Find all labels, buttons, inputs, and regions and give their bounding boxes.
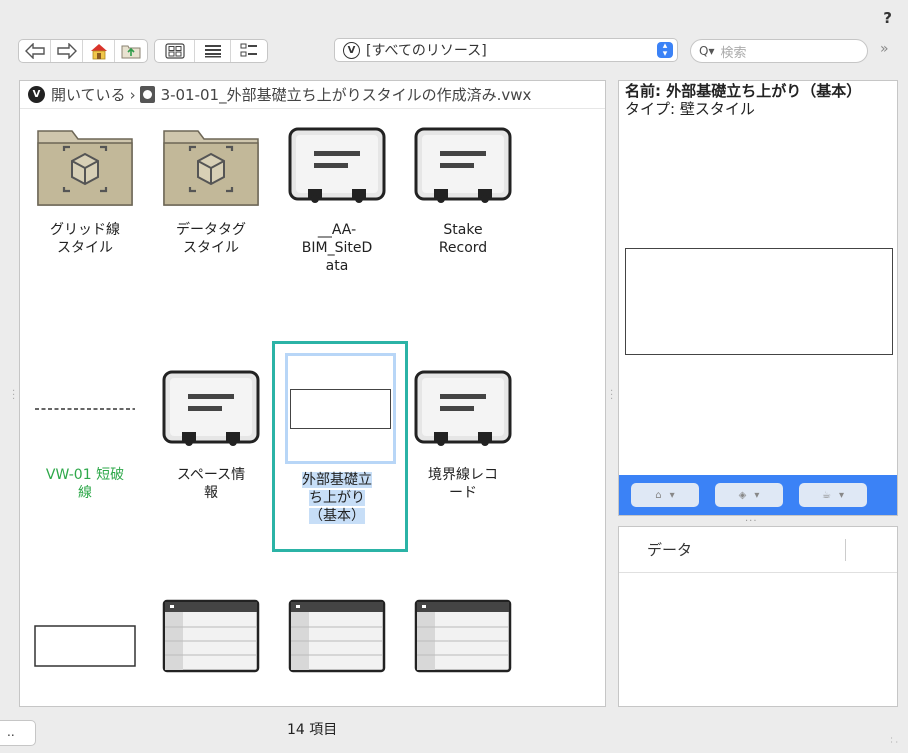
resource-item-space-info[interactable]: スペース情 報 [151, 364, 271, 502]
thumbnail-view-button[interactable] [155, 40, 195, 62]
resource-item-label: VW-01 短破 線 [45, 467, 125, 501]
chevron-down-icon: ▾ [669, 489, 675, 501]
status-bar: .. 14 項目 · · · [0, 708, 908, 753]
preview-view-bar: ⌂ ▾ ◈ ▾ ☕ ▾ [619, 475, 897, 515]
search-icon: Q▾ [699, 44, 715, 58]
wall-style-preview-rect [290, 388, 391, 429]
resource-item-label: 外部基礎立 ち上がり （基本） [277, 471, 397, 525]
chevron-down-icon: ▾ [838, 489, 844, 501]
search-placeholder: 検索 [720, 45, 747, 61]
center-splitter-grip[interactable]: · · · [610, 387, 613, 405]
resource-item-boundary-record[interactable]: 境界線レコ ード [403, 364, 523, 502]
resource-item-worksheet-1[interactable] [151, 591, 271, 681]
worksheet-icon [414, 599, 512, 673]
record-format-icon [414, 370, 512, 446]
breadcrumb-open-files[interactable]: 開いている [51, 84, 126, 105]
house-view-icon: ⌂ [655, 489, 662, 501]
folder-upload-icon [121, 45, 141, 59]
list-view-icon [204, 45, 221, 58]
resource-item-worksheet-2[interactable] [277, 591, 397, 681]
detail-view-button[interactable] [231, 40, 267, 62]
resource-filter-select[interactable]: V [すべてのリソース] ▴ ▾ [334, 38, 678, 62]
item-count: 14 項目 [287, 722, 338, 738]
view-mode-group [154, 39, 268, 63]
teapot-icon: ☕ [822, 489, 831, 501]
data-panel: データ [618, 526, 898, 707]
arrow-right-icon [56, 43, 77, 59]
list-view-button[interactable] [195, 40, 231, 62]
toolbar: V [すべてのリソース] ▴ ▾ Q▾ 検索 » [18, 38, 896, 64]
resource-item-vw01-dash-line[interactable]: VW-01 短破 線 [25, 364, 145, 502]
resource-item-label: データタグ スタイル [176, 222, 246, 256]
detail-list-icon [240, 43, 257, 57]
selected-thumbnail[interactable] [285, 353, 396, 464]
chevron-down-icon: ▾ [754, 489, 760, 501]
file-icon [139, 86, 155, 103]
cube-render-icon: ◈ [738, 489, 747, 501]
chevron-right-icon: › [129, 85, 136, 104]
arrow-left-icon [24, 43, 45, 59]
resource-item-label: 境界線レコ ード [428, 467, 498, 501]
search-field[interactable]: Q▾ 検索 [690, 39, 868, 63]
resource-item-worksheet-3[interactable] [403, 591, 523, 681]
column-separator [845, 539, 846, 561]
record-format-icon [414, 127, 512, 203]
record-format-icon [288, 127, 386, 203]
vectorworks-icon: V [343, 41, 360, 59]
left-splitter-grip[interactable]: · · · [12, 387, 15, 405]
render-mode-button[interactable]: ◈ ▾ [715, 483, 783, 507]
resource-item-rect-style[interactable] [25, 601, 145, 691]
rectangle-icon [34, 625, 136, 667]
resource-item-label: グリッド線 スタイル [50, 222, 120, 256]
worksheet-icon [288, 599, 386, 673]
vectorworks-icon: V [28, 86, 45, 103]
resource-item-exterior-foundation[interactable]: 外部基礎立 ち上がり （基本） [277, 471, 397, 525]
select-arrows-icon: ▴ ▾ [657, 42, 673, 59]
resource-item-label: スペース情 報 [176, 467, 246, 501]
dashed-line-icon [35, 408, 135, 410]
resource-item-label: __AA- BIM_SiteD ata [301, 222, 373, 274]
nav-group [18, 39, 148, 63]
resource-browser-pane: V 開いている › 3-01-01_外部基礎立ち上がりスタイルの作成済み.vwx… [19, 80, 606, 707]
resource-name: 名前: 外部基礎立ち上がり（基本） [625, 82, 862, 100]
worksheet-icon [162, 599, 260, 673]
view-angle-button[interactable]: ⌂ ▾ [631, 483, 699, 507]
toolbar-overflow-button[interactable]: » [880, 41, 889, 57]
folder-icon [37, 130, 133, 206]
home-button[interactable] [83, 40, 115, 62]
resource-type: タイプ: 壁スタイル [625, 100, 755, 118]
resource-preview [625, 248, 893, 355]
resource-item-label: Stake Record [438, 222, 488, 256]
resource-item-aa-bim-sitedata[interactable]: __AA- BIM_SiteD ata [277, 121, 397, 275]
resource-info-pane: 名前: 外部基礎立ち上がり（基本） タイプ: 壁スタイル ⌂ ▾ ◈ ▾ ☕ ▾ [618, 80, 898, 516]
back-button[interactable] [19, 40, 51, 62]
help-button[interactable]: ? [883, 9, 892, 27]
resource-item-data-tag-style[interactable]: データタグ スタイル [151, 121, 271, 257]
grid-view-icon [164, 43, 185, 59]
window-resize-grip[interactable]: · · · [890, 735, 898, 747]
open-folder-button[interactable] [115, 40, 147, 62]
home-icon [90, 44, 107, 60]
resource-filter-value: [すべてのリソース] [366, 43, 487, 59]
resource-item-grid-line-style[interactable]: グリッド線 スタイル [25, 121, 145, 257]
data-header-label: データ [647, 541, 693, 559]
folder-icon [163, 130, 259, 206]
data-column-header[interactable]: データ [619, 527, 897, 573]
forward-button[interactable] [51, 40, 83, 62]
resource-item-stake-record[interactable]: Stake Record [403, 121, 523, 257]
breadcrumb: V 開いている › 3-01-01_外部基礎立ち上がりスタイルの作成済み.vwx [20, 81, 605, 109]
status-menu-button[interactable]: .. [0, 720, 36, 746]
lighting-button[interactable]: ☕ ▾ [799, 483, 867, 507]
record-format-icon [162, 370, 260, 446]
breadcrumb-file[interactable]: 3-01-01_外部基礎立ち上がりスタイルの作成済み.vwx [161, 84, 532, 105]
selected-label-text: 外部基礎立 ち上がり （基本） [302, 472, 372, 524]
